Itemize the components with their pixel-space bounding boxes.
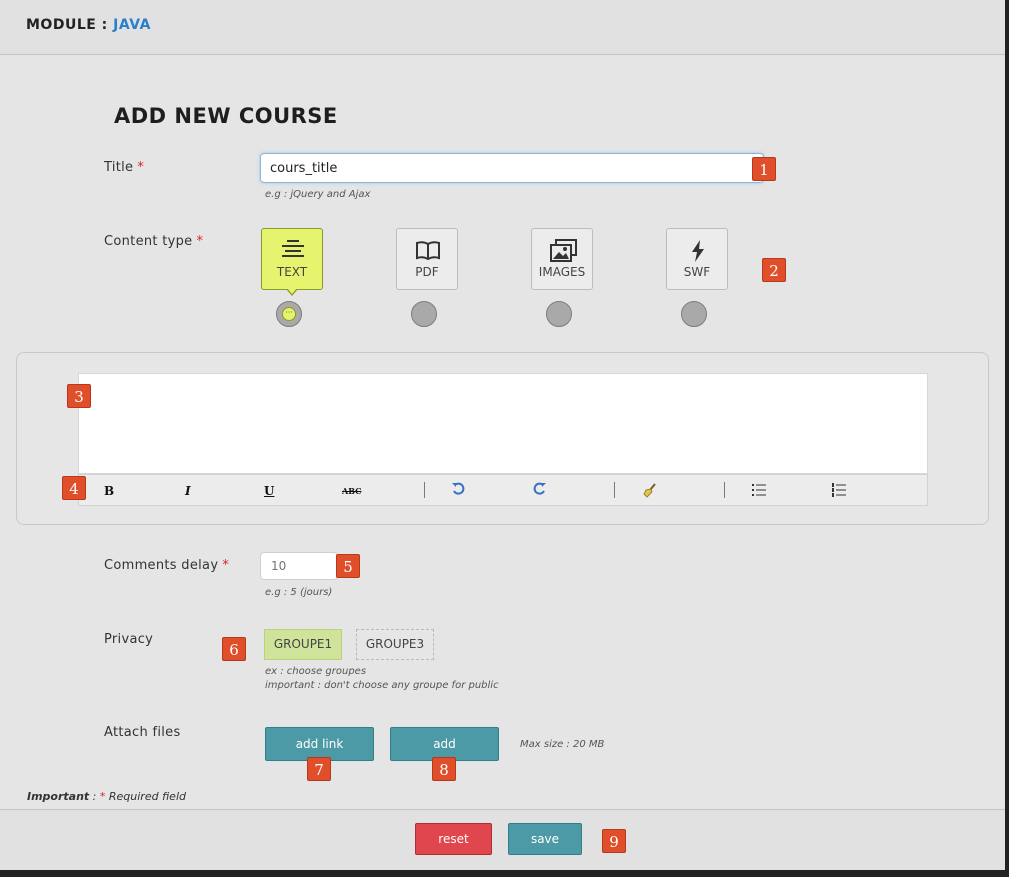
- add-file-button[interactable]: add: [390, 727, 499, 761]
- form-footer: [0, 809, 1005, 870]
- callout-badge-9: 9: [602, 829, 626, 853]
- editor-toolbar: B I U ABC: [78, 474, 928, 506]
- toolbar-divider: [724, 482, 725, 498]
- bold-button[interactable]: B: [104, 484, 114, 498]
- callout-badge-7: 7: [307, 757, 331, 781]
- italic-button[interactable]: I: [185, 484, 191, 498]
- module-header: MODULE : JAVA: [0, 0, 1005, 55]
- radio-text[interactable]: ···: [276, 301, 302, 327]
- privacy-hint: ex : choose groupes: [265, 666, 367, 677]
- content-type-text-label: TEXT: [276, 265, 308, 279]
- callout-badge-2: 2: [762, 258, 786, 282]
- callout-badge-3: 3: [67, 384, 91, 408]
- module-label: MODULE :: [26, 17, 108, 33]
- attach-files-label: Attach files: [104, 725, 181, 740]
- broom-icon: [643, 483, 656, 498]
- bullet-list-icon: [752, 484, 766, 496]
- content-type-label: Content type *: [104, 234, 203, 249]
- callout-badge-5: 5: [336, 554, 360, 578]
- radio-pdf[interactable]: [411, 301, 437, 327]
- content-type-label-text: Content type: [104, 234, 193, 249]
- numbered-list-button[interactable]: [832, 483, 846, 500]
- reset-button[interactable]: reset: [415, 823, 492, 855]
- module-value: JAVA: [113, 17, 151, 33]
- required-field-note: Important : * Required field: [27, 790, 186, 803]
- comments-delay-label: Comments delay *: [104, 558, 229, 573]
- required-mark: *: [222, 558, 230, 573]
- module-title: MODULE : JAVA: [26, 17, 151, 33]
- content-type-images[interactable]: IMAGES: [531, 228, 593, 290]
- callout-badge-8: 8: [432, 757, 456, 781]
- comments-delay-hint: e.g : 5 (jours): [265, 587, 333, 598]
- redo-icon: [533, 482, 546, 495]
- important-sep: :: [89, 790, 100, 803]
- privacy-label: Privacy: [104, 632, 154, 647]
- undo-button[interactable]: [451, 482, 465, 499]
- required-mark: *: [196, 234, 204, 249]
- page-title: ADD NEW COURSE: [114, 104, 338, 128]
- privacy-public-hint: important : don't choose any groupe for …: [265, 680, 499, 691]
- redo-button[interactable]: [533, 482, 547, 499]
- book-icon: [416, 241, 440, 261]
- callout-badge-4: 4: [62, 476, 86, 500]
- important-text: Required field: [105, 790, 186, 803]
- clear-format-button[interactable]: [642, 482, 658, 501]
- title-input[interactable]: [260, 153, 764, 183]
- toolbar-divider: [614, 482, 615, 498]
- radio-swf[interactable]: [681, 301, 707, 327]
- strikethrough-button[interactable]: ABC: [342, 486, 361, 496]
- group-toggle-groupe3[interactable]: GROUPE3: [356, 629, 434, 660]
- content-type-swf-label: SWF: [683, 265, 711, 279]
- radio-selected-dot: ···: [282, 307, 296, 321]
- comments-delay-label-text: Comments delay: [104, 558, 219, 573]
- content-type-swf[interactable]: SWF: [666, 228, 728, 290]
- text-lines-icon: [282, 240, 304, 257]
- content-type-text[interactable]: TEXT: [261, 228, 323, 296]
- save-button[interactable]: save: [508, 823, 582, 855]
- title-label: Title *: [104, 160, 144, 175]
- content-type-pdf[interactable]: PDF: [396, 228, 458, 290]
- group-toggle-groupe1[interactable]: GROUPE1: [264, 629, 342, 660]
- undo-icon: [452, 482, 465, 495]
- rich-text-editor[interactable]: [78, 373, 928, 474]
- toolbar-divider: [424, 482, 425, 498]
- numbered-list-icon: [832, 483, 846, 497]
- content-type-images-label: IMAGES: [538, 265, 586, 279]
- content-type-pdf-label: PDF: [415, 265, 439, 279]
- bullet-list-button[interactable]: [752, 483, 766, 500]
- callout-badge-6: 6: [222, 637, 246, 661]
- important-label: Important: [27, 790, 90, 803]
- required-mark: *: [137, 160, 145, 175]
- images-icon: [550, 239, 577, 262]
- course-form-panel: MODULE : JAVA ADD NEW COURSE Title* e.g …: [0, 0, 1005, 870]
- title-hint: e.g : jQuery and Ajax: [265, 189, 371, 200]
- comments-delay-input[interactable]: [260, 552, 338, 580]
- lightning-icon: [692, 240, 704, 262]
- callout-badge-1: 1: [752, 157, 776, 181]
- selected-pointer: [286, 288, 298, 296]
- radio-images[interactable]: [546, 301, 572, 327]
- underline-button[interactable]: U: [264, 484, 274, 498]
- add-link-button[interactable]: add link: [265, 727, 374, 761]
- max-size-note: Max size : 20 MB: [520, 739, 605, 750]
- title-label-text: Title: [104, 160, 134, 175]
